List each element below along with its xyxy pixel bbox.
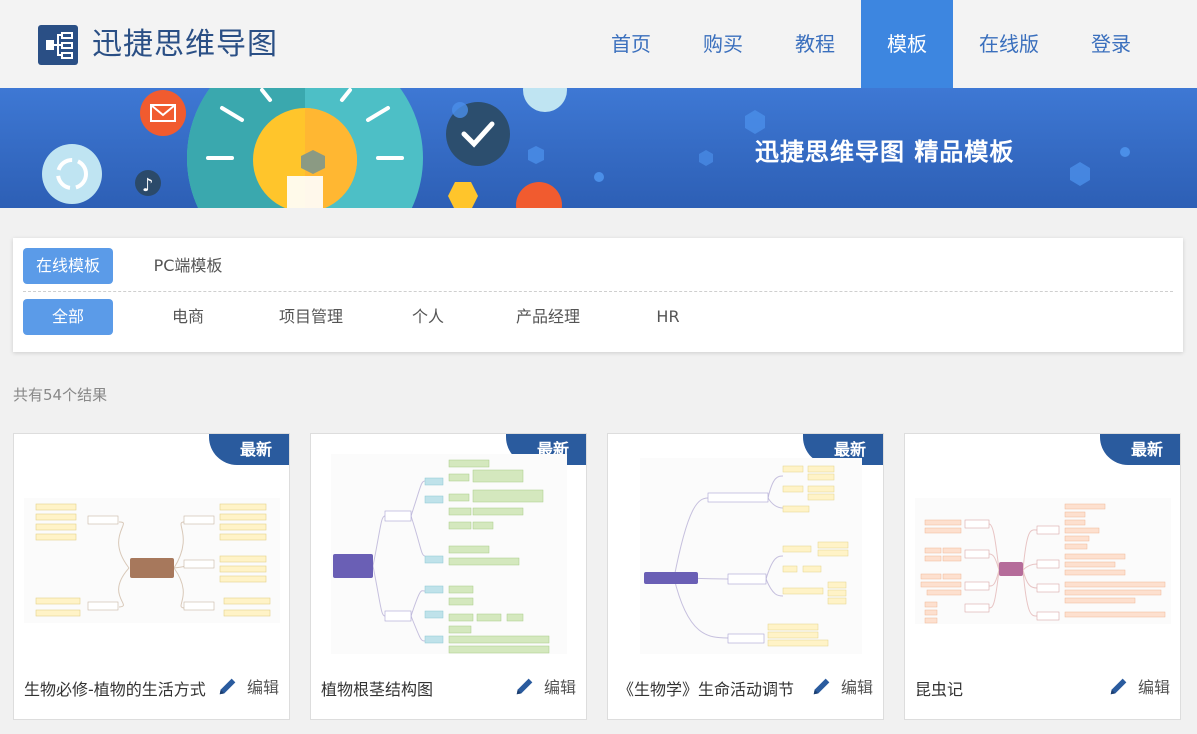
filter-panel: 在线模板 PC端模板 全部 电商 项目管理 个人 产品经理 HR bbox=[13, 238, 1183, 352]
edit-button[interactable]: 编辑 bbox=[811, 674, 873, 698]
banner-title: 迅捷思维导图 精品模板 bbox=[755, 138, 1015, 166]
filter-divider bbox=[23, 291, 1173, 292]
edit-label: 编辑 bbox=[840, 678, 873, 697]
nav-login[interactable]: 登录 bbox=[1070, 0, 1152, 88]
pencil-icon bbox=[813, 678, 830, 695]
pencil-icon bbox=[1110, 678, 1127, 695]
category-project-management[interactable]: 项目管理 bbox=[261, 299, 361, 335]
category-ecommerce[interactable]: 电商 bbox=[143, 299, 233, 335]
mindmap-logo-icon[interactable] bbox=[38, 25, 78, 65]
category-hr[interactable]: HR bbox=[623, 299, 713, 335]
template-thumbnail[interactable] bbox=[321, 446, 577, 654]
edit-label: 编辑 bbox=[246, 678, 279, 697]
tab-online-templates[interactable]: 在线模板 bbox=[23, 248, 113, 284]
tab-pc-templates[interactable]: PC端模板 bbox=[143, 248, 233, 284]
template-title[interactable]: 《生物学》生命活动调节 bbox=[618, 676, 794, 700]
edit-button[interactable]: 编辑 bbox=[1108, 674, 1170, 698]
category-personal[interactable]: 个人 bbox=[383, 299, 473, 335]
template-thumbnail[interactable] bbox=[618, 446, 874, 654]
result-count: 共有54个结果 bbox=[13, 386, 108, 404]
template-title[interactable]: 生物必修-植物的生活方式 bbox=[24, 676, 206, 700]
nav-tutorial[interactable]: 教程 bbox=[774, 0, 856, 88]
svg-text:♪: ♪ bbox=[142, 175, 154, 196]
edit-button[interactable]: 编辑 bbox=[217, 674, 279, 698]
template-card[interactable]: 最新 《生物学》生命活动调节 编辑 bbox=[607, 433, 884, 720]
template-thumbnail[interactable] bbox=[24, 446, 280, 654]
pencil-icon bbox=[516, 678, 533, 695]
template-card[interactable]: 最新 生物必修-植物的生活方式 编辑 bbox=[13, 433, 290, 720]
nav-home[interactable]: 首页 bbox=[590, 0, 672, 88]
nav-online[interactable]: 在线版 bbox=[963, 0, 1055, 88]
edit-label: 编辑 bbox=[543, 678, 576, 697]
banner-illustration: ♪ bbox=[42, 88, 1130, 208]
edit-button[interactable]: 编辑 bbox=[514, 674, 576, 698]
edit-label: 编辑 bbox=[1137, 678, 1170, 697]
template-title[interactable]: 昆虫记 bbox=[915, 676, 963, 700]
pencil-icon bbox=[219, 678, 236, 695]
logo-text[interactable]: 迅捷思维导图 bbox=[92, 24, 278, 66]
template-card[interactable]: 最新 植物根茎结构图 编辑 bbox=[310, 433, 587, 720]
template-thumbnail[interactable] bbox=[915, 446, 1171, 654]
category-all[interactable]: 全部 bbox=[23, 299, 113, 335]
banner: ♪ 迅捷思维导图 精品模板 bbox=[0, 88, 1197, 208]
template-card[interactable]: 最新 昆虫记 编辑 bbox=[904, 433, 1181, 720]
template-title[interactable]: 植物根茎结构图 bbox=[321, 676, 433, 700]
site-header: 迅捷思维导图 首页 购买 教程 模板 在线版 登录 bbox=[0, 0, 1197, 88]
nav-templates[interactable]: 模板 bbox=[861, 0, 953, 88]
category-product-manager[interactable]: 产品经理 bbox=[498, 299, 598, 335]
nav-buy[interactable]: 购买 bbox=[682, 0, 764, 88]
